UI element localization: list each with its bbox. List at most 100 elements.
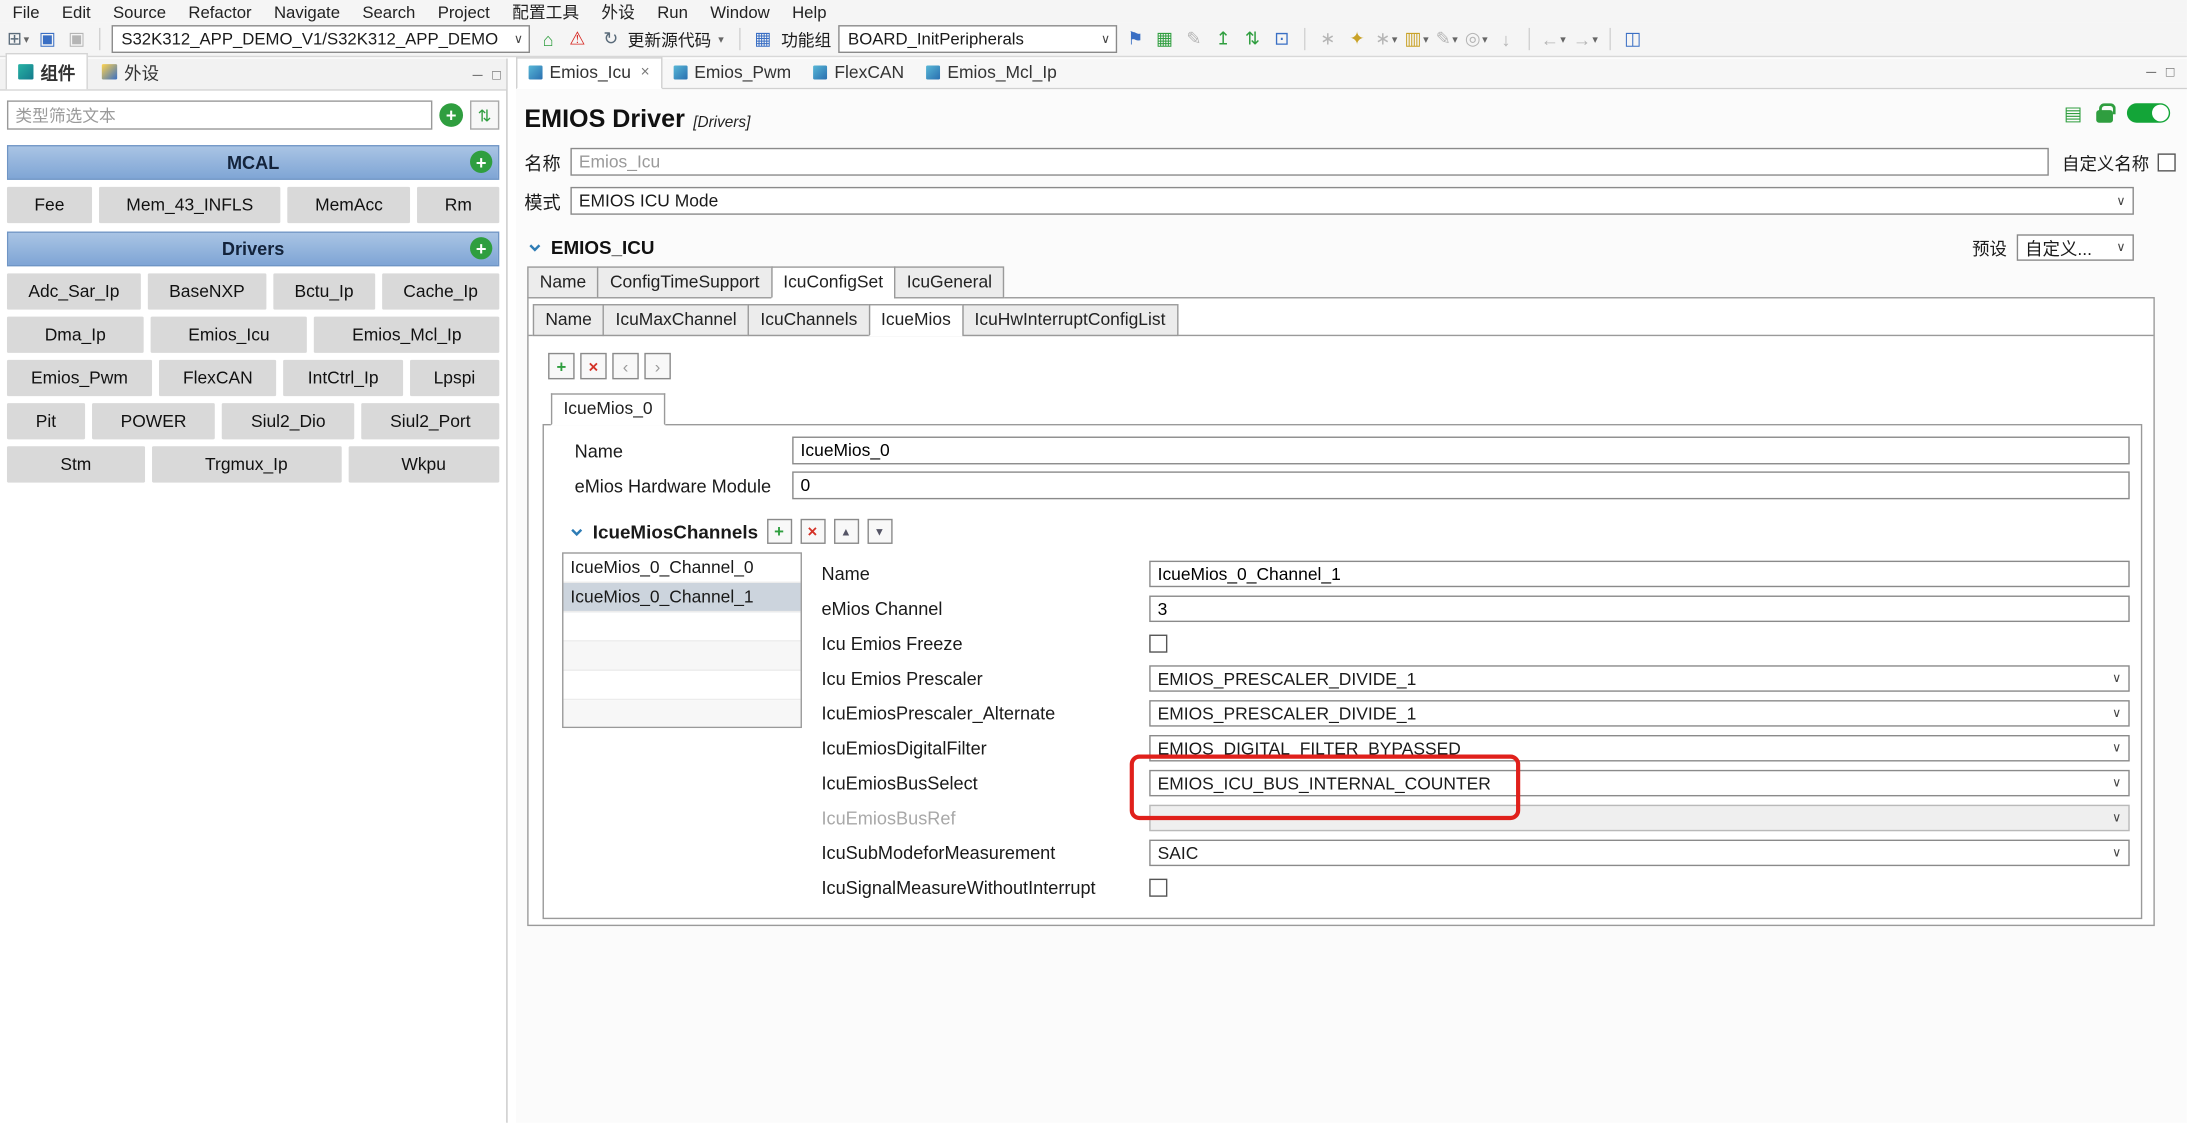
digital-filter-select[interactable]: EMIOS_DIGITAL_FILTER_BYPASSED ∨ (1149, 735, 2130, 762)
save-all-button[interactable]: ▣ (66, 26, 88, 51)
component-button-intctrl-ip[interactable]: IntCtrl_Ip (283, 359, 403, 397)
sort-button[interactable]: ⇅ (1241, 26, 1263, 51)
tab-name[interactable]: Name (527, 266, 599, 299)
chevron-down-icon[interactable] (527, 240, 542, 255)
tab-icugeneral[interactable]: IcuGeneral (894, 266, 1005, 299)
component-button-flexcan[interactable]: FlexCAN (158, 359, 277, 397)
component-button-dma-ip[interactable]: Dma_Ip (6, 316, 144, 353)
minimize-icon[interactable]: ─ (473, 68, 483, 83)
remove-mios-button[interactable]: × (580, 352, 607, 380)
menu-config-tools[interactable]: 配置工具 (512, 0, 579, 24)
board-view-button[interactable]: ▦ (1153, 26, 1175, 51)
editor-tab-emios-pwm[interactable]: Emios_Pwm (662, 59, 802, 88)
add-mios-button[interactable]: + (548, 352, 575, 380)
component-button-bctu-ip[interactable]: Bctu_Ip (273, 273, 375, 310)
forward-button[interactable]: → ▾ (1573, 26, 1598, 51)
editor-tab-flexcan[interactable]: FlexCAN (802, 59, 915, 88)
menu-navigate[interactable]: Navigate (274, 2, 340, 22)
key-button[interactable]: ✦ (1346, 26, 1368, 51)
settings-button[interactable]: ∗ (1317, 26, 1339, 51)
menu-search[interactable]: Search (362, 2, 415, 22)
component-button-power[interactable]: POWER (91, 403, 216, 440)
menu-file[interactable]: File (13, 2, 40, 22)
maximize-icon[interactable]: □ (2166, 66, 2174, 81)
submode-select[interactable]: SAIC ∨ (1149, 839, 2130, 867)
component-button-stm[interactable]: Stm (6, 446, 145, 483)
console-button[interactable]: ⊡ (1271, 26, 1293, 51)
project-selector[interactable]: S32K312_APP_DEMO_V1/S32K312_APP_DEMO ∨ (111, 25, 530, 53)
tab-icuconfigset[interactable]: IcuConfigSet (770, 266, 896, 299)
channel-list-item-selected[interactable]: IcueMios_0_Channel_1 (563, 582, 801, 613)
save-button[interactable]: ▣ (36, 26, 58, 51)
menu-refactor[interactable]: Refactor (188, 2, 251, 22)
tab-components[interactable]: 组件 (5, 52, 88, 90)
back-button[interactable]: ← ▾ (1541, 26, 1566, 51)
component-button-emios-icu[interactable]: Emios_Icu (150, 316, 308, 353)
menu-window[interactable]: Window (710, 2, 770, 22)
prescaler-select[interactable]: EMIOS_PRESCALER_DIVIDE_1 ∨ (1149, 665, 2130, 692)
hw-module-input[interactable] (792, 471, 2130, 500)
edit-check-button[interactable]: ✎ (1183, 26, 1205, 51)
component-button-wkpu[interactable]: Wkpu (348, 446, 500, 483)
tab-icuemios-0[interactable]: IcueMios_0 (550, 393, 666, 426)
tab-icuemios[interactable]: IcueMios (868, 304, 964, 337)
menu-edit[interactable]: Edit (62, 2, 91, 22)
component-button-emios-pwm[interactable]: Emios_Pwm (6, 359, 152, 397)
add-component-button[interactable]: + (439, 103, 464, 127)
add-driver-button[interactable]: + (470, 237, 493, 260)
close-icon[interactable]: × (641, 64, 650, 81)
component-button-trgmux-ip[interactable]: Trgmux_Ip (151, 446, 342, 483)
component-button-emios-mcl-ip[interactable]: Emios_Mcl_Ip (314, 316, 500, 353)
minimize-icon[interactable]: ─ (2146, 66, 2156, 81)
name-input[interactable] (570, 147, 2050, 176)
component-button-memacc[interactable]: MemAcc (287, 186, 411, 224)
chart-button[interactable]: ◫ (1622, 26, 1644, 51)
tab-peripherals[interactable]: 外设 (91, 54, 171, 89)
error-alert-icon[interactable]: ⚠ (566, 26, 588, 51)
menu-peripherals[interactable]: 外设 (601, 0, 634, 24)
component-button-pit[interactable]: Pit (6, 403, 85, 440)
new-file-button[interactable]: ⊞ ▾ (7, 26, 29, 51)
menu-help[interactable]: Help (792, 2, 826, 22)
add-channel-button[interactable]: + (766, 518, 792, 544)
component-button-basenxp[interactable]: BaseNXP (147, 273, 267, 310)
prev-mios-button[interactable]: ‹ (612, 352, 639, 380)
add-mcal-button[interactable]: + (470, 150, 493, 173)
maximize-icon[interactable]: □ (492, 68, 500, 83)
signal-measure-checkbox[interactable] (1149, 878, 1168, 897)
import-button[interactable]: ↥ (1212, 26, 1234, 51)
move-channel-up-button[interactable]: ▲ (833, 518, 859, 544)
functional-group-selector[interactable]: BOARD_InitPeripherals ∨ (838, 25, 1118, 53)
remove-channel-button[interactable]: × (799, 518, 826, 544)
mode-select[interactable]: EMIOS ICU Mode ∨ (570, 186, 2134, 215)
tab-icuchannels[interactable]: IcuChannels (747, 304, 870, 337)
component-button-siul2-dio[interactable]: Siul2_Dio (222, 403, 355, 440)
move-channel-down-button[interactable]: ▼ (866, 518, 892, 544)
tab-cs-name[interactable]: Name (532, 304, 605, 337)
package-dropdown-button[interactable]: ▥ ▾ (1405, 26, 1429, 51)
gears-dropdown-button[interactable]: ∗ ▾ (1375, 26, 1397, 51)
channel-list[interactable]: IcueMios_0_Channel_0 IcueMios_0_Channel_… (562, 552, 802, 729)
emios-channel-input[interactable] (1149, 595, 2130, 623)
down-arrow-button[interactable]: ↓ (1495, 26, 1517, 51)
component-button-rm[interactable]: Rm (417, 186, 500, 224)
channel-list-item[interactable]: IcueMios_0_Channel_0 (563, 554, 801, 583)
editor-tab-emios-icu[interactable]: Emios_Icu × (516, 57, 663, 90)
home-button[interactable]: ⌂ (537, 26, 559, 51)
pin-button[interactable]: ⚑ (1124, 26, 1146, 51)
next-mios-button[interactable]: › (644, 352, 671, 380)
mios-name-input[interactable] (792, 436, 2130, 465)
preset-select[interactable]: 自定义... ∨ (2016, 234, 2134, 261)
update-code-button[interactable]: ↻ 更新源代码 ▾ (596, 25, 729, 53)
sort-components-button[interactable]: ⇅ (470, 100, 500, 130)
tab-icuhwinterruptconfiglist[interactable]: IcuHwInterruptConfigList (961, 304, 1178, 337)
component-button-cache-ip[interactable]: Cache_Ip (381, 273, 500, 310)
pencil-dropdown-button[interactable]: ✎ ▾ (1436, 26, 1458, 51)
freeze-checkbox[interactable] (1149, 634, 1168, 653)
tab-icumaxchannel[interactable]: IcuMaxChannel (602, 304, 750, 337)
component-button-siul2-port[interactable]: Siul2_Port (361, 403, 500, 440)
chevron-down-icon[interactable] (569, 524, 584, 539)
custom-name-checkbox[interactable] (2157, 152, 2176, 171)
bus-select-select[interactable]: EMIOS_ICU_BUS_INTERNAL_COUNTER ∨ (1149, 769, 2130, 797)
search-dropdown-button[interactable]: ◎ ▾ (1465, 26, 1488, 51)
